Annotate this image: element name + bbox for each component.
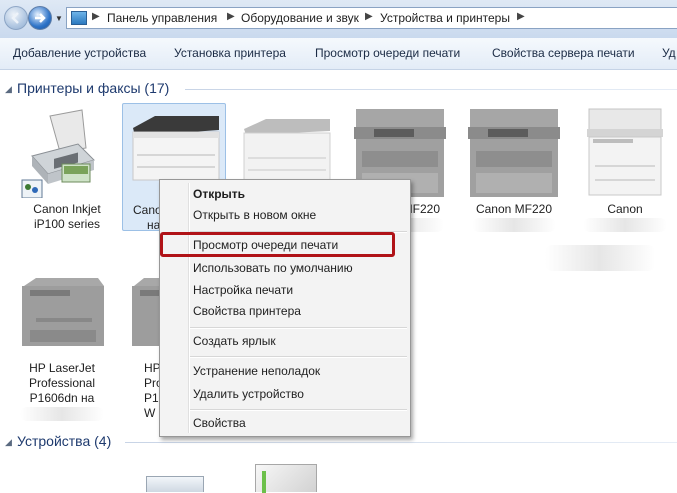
view-print-queue-button[interactable]: Просмотр очереди печати	[315, 46, 460, 60]
printer-label: P1606dn на	[29, 391, 95, 405]
control-panel-icon	[71, 11, 87, 25]
printer-label: Canon Inkjet	[33, 202, 101, 216]
collapse-chevron-icon[interactable]: ◢	[5, 437, 12, 448]
back-button[interactable]	[4, 6, 28, 30]
address-bar: ▼ ▶ Панель управления ▶ Оборудование и з…	[0, 0, 677, 39]
back-arrow-icon	[11, 12, 19, 24]
printer-hp-laserjet-1[interactable]: HP LaserJet Professional P1606dn на	[10, 262, 114, 421]
forward-button[interactable]	[28, 6, 52, 30]
printer-label: Canon MF220	[475, 202, 553, 216]
printer-canon-color[interactable]: Canon	[573, 103, 677, 232]
printer-canon-mf220-2[interactable]: Canon MF220	[462, 103, 566, 232]
chevron-right-icon[interactable]: ▶	[517, 11, 525, 22]
chevron-right-icon[interactable]: ▶	[365, 11, 373, 22]
chevron-right-icon[interactable]: ▶	[227, 11, 235, 22]
menu-item-properties[interactable]: Свойства	[193, 416, 246, 430]
chevron-right-icon[interactable]: ▶	[92, 11, 100, 22]
devices-group-title: Устройства (4)	[17, 433, 112, 449]
print-server-properties-button[interactable]: Свойства сервера печати	[492, 46, 635, 60]
printers-group-header[interactable]: ◢ Принтеры и факсы (17)	[0, 79, 677, 99]
history-dropdown-icon[interactable]: ▼	[55, 14, 63, 23]
context-menu: Открыть Открыть в новом окне Просмотр оч…	[159, 179, 411, 437]
breadcrumb-control-panel[interactable]: Панель управления	[107, 11, 217, 25]
remove-device-button[interactable]: Уд	[662, 46, 676, 60]
menu-item-create-shortcut[interactable]: Создать ярлык	[193, 334, 276, 348]
printer-canon-inkjet[interactable]: Canon Inkjet iP100 series	[15, 103, 119, 231]
command-bar: Добавление устройства Установка принтера…	[0, 38, 677, 70]
multifunction-printer-icon	[468, 109, 560, 197]
menu-item-open[interactable]: Открыть	[193, 187, 245, 201]
printer-label: HP LaserJet	[29, 361, 95, 375]
menu-item-set-default[interactable]: Использовать по умолчанию	[193, 261, 353, 275]
breadcrumb[interactable]: ▶ Панель управления ▶ Оборудование и зву…	[66, 7, 677, 29]
add-device-button[interactable]: Добавление устройства	[13, 46, 146, 60]
printer-label: Professional	[28, 376, 96, 390]
inkjet-printer-icon	[21, 109, 95, 198]
breadcrumb-hardware-sound[interactable]: Оборудование и звук	[241, 11, 359, 25]
install-printer-button[interactable]: Установка принтера	[174, 46, 286, 60]
menu-item-troubleshoot[interactable]: Устранение неполадок	[193, 364, 320, 378]
collapse-chevron-icon[interactable]: ◢	[5, 84, 12, 95]
highlight-box	[160, 232, 395, 257]
hp-printer-icon	[22, 278, 104, 346]
laser-printer-icon	[132, 116, 220, 181]
menu-item-remove-device[interactable]: Удалить устройство	[193, 387, 304, 401]
menu-item-printer-properties[interactable]: Свойства принтера	[193, 304, 301, 318]
laser-printer-icon	[243, 119, 331, 184]
menu-item-open-new-window[interactable]: Открыть в новом окне	[193, 208, 316, 222]
device-monitor-icon[interactable]	[146, 476, 204, 492]
menu-item-printing-preferences[interactable]: Настройка печати	[193, 283, 293, 297]
device-drive-icon[interactable]	[255, 464, 317, 493]
breadcrumb-devices-printers[interactable]: Устройства и принтеры	[380, 11, 510, 25]
color-printer-icon	[587, 108, 663, 196]
printer-label: iP100 series	[33, 217, 101, 231]
forward-arrow-icon	[35, 13, 46, 23]
printers-group-title: Принтеры и факсы (17)	[17, 80, 170, 96]
printer-label: Canon	[607, 202, 643, 216]
